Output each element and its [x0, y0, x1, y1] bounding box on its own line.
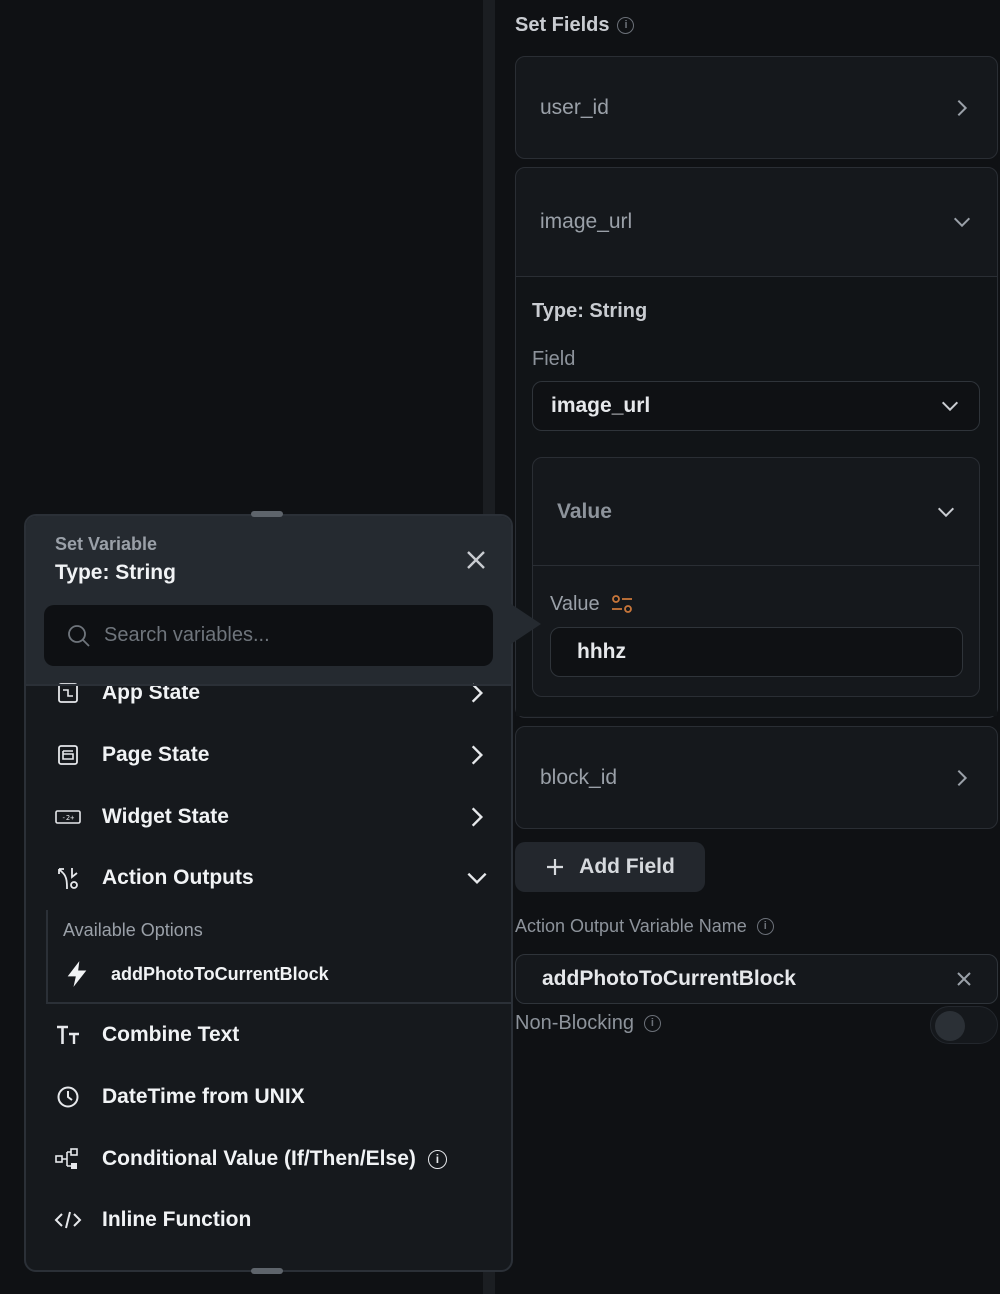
menu-item-inline-function[interactable]: Inline Function [52, 1198, 492, 1242]
svg-text:-2+: -2+ [62, 814, 75, 822]
search-icon [66, 623, 92, 649]
field-card-block-id[interactable]: block_id [515, 726, 998, 829]
clear-icon[interactable] [955, 970, 973, 988]
menu-item-conditional-value[interactable]: Conditional Value (If/Then/Else) i [52, 1137, 492, 1181]
chevron-right-icon [951, 767, 973, 789]
action-output-name-value: addPhotoToCurrentBlock [542, 967, 796, 990]
app-state-icon [52, 677, 84, 709]
add-field-label: Add Field [579, 855, 675, 878]
field-name: user_id [540, 95, 609, 119]
info-icon[interactable]: i [427, 1149, 447, 1169]
close-icon[interactable] [464, 548, 488, 572]
menu-item-combine-text[interactable]: Combine Text [52, 1013, 492, 1057]
field-name: image_url [540, 210, 633, 233]
chevron-down-icon [462, 863, 492, 893]
menu-item-app-state[interactable]: App State [52, 671, 492, 715]
add-field-button[interactable]: Add Field [515, 842, 705, 892]
menu-item-label: DateTime from UNIX [102, 1085, 305, 1108]
field-name: block_id [540, 765, 618, 789]
option-add-photo[interactable]: addPhotoToCurrentBlock [63, 960, 329, 988]
value-header-label: Value [557, 499, 612, 523]
value-label: Value [550, 592, 600, 615]
field-card-user-id[interactable]: user_id [515, 56, 998, 159]
set-fields-title: Set Fields i [515, 14, 635, 37]
lightning-icon [63, 960, 91, 988]
chevron-right-icon [462, 678, 492, 708]
menu-item-label: Action Outputs [102, 866, 254, 889]
field-dropdown-value: image_url [551, 394, 651, 417]
popup-title: Set Variable [55, 534, 158, 554]
info-icon[interactable]: i [617, 17, 635, 34]
value-label-row: Value [550, 592, 634, 616]
menu-item-label: Page State [102, 743, 210, 766]
option-label: addPhotoToCurrentBlock [111, 963, 329, 984]
info-icon[interactable]: i [756, 918, 774, 935]
conditional-icon [52, 1143, 84, 1175]
action-output-name-input[interactable]: addPhotoToCurrentBlock [515, 954, 998, 1004]
non-blocking-label: Non-Blocking [515, 1012, 634, 1034]
chevron-right-icon [462, 802, 492, 832]
popup-type: Type: String [55, 561, 176, 584]
value-input[interactable]: hhhz [550, 627, 963, 677]
menu-item-label: Widget State [102, 805, 229, 828]
action-output-label-row: Action Output Variable Name i [515, 916, 774, 937]
field-card-header[interactable]: image_url [516, 168, 997, 276]
text-icon [52, 1019, 84, 1051]
menu-item-label: Combine Text [102, 1023, 240, 1046]
variable-settings-icon[interactable] [610, 592, 634, 616]
resize-handle-bottom[interactable] [251, 1268, 283, 1274]
menu-item-datetime-unix[interactable]: DateTime from UNIX [52, 1075, 492, 1119]
chevron-down-icon [935, 501, 957, 523]
search-input[interactable] [104, 624, 464, 647]
non-blocking-label-row: Non-Blocking i [515, 1012, 661, 1035]
clock-icon [52, 1081, 84, 1113]
type-label: Type: String [532, 300, 648, 322]
header-separator [26, 684, 511, 686]
menu-item-label: Inline Function [102, 1208, 252, 1231]
chevron-down-icon [939, 395, 961, 417]
value-card-header[interactable]: Value [533, 458, 979, 566]
action-outputs-icon [52, 862, 84, 894]
non-blocking-toggle[interactable] [930, 1006, 998, 1044]
page-state-icon [52, 739, 84, 771]
resize-handle-top[interactable] [251, 511, 283, 517]
field-dropdown[interactable]: image_url [532, 381, 980, 431]
widget-state-icon: -2+ [52, 801, 84, 833]
code-icon [52, 1204, 84, 1236]
menu-item-page-state[interactable]: Page State [52, 733, 492, 777]
set-fields-label: Set Fields [515, 14, 610, 36]
search-bar [44, 605, 493, 666]
menu-item-widget-state[interactable]: -2+ Widget State [52, 795, 492, 839]
chevron-down-icon [951, 211, 973, 233]
chevron-right-icon [951, 97, 973, 119]
action-output-label: Action Output Variable Name [515, 916, 747, 936]
options-border [46, 910, 48, 1002]
toggle-knob [935, 1011, 965, 1041]
menu-item-label: Conditional Value (If/Then/Else) [102, 1147, 416, 1170]
plus-icon [545, 857, 565, 877]
popup-pointer [511, 604, 541, 644]
info-icon[interactable]: i [643, 1015, 661, 1032]
options-divider [46, 1002, 511, 1004]
field-label: Field [532, 348, 576, 370]
chevron-right-icon [462, 740, 492, 770]
available-options-label: Available Options [63, 920, 203, 940]
menu-item-action-outputs[interactable]: Action Outputs [52, 856, 492, 900]
